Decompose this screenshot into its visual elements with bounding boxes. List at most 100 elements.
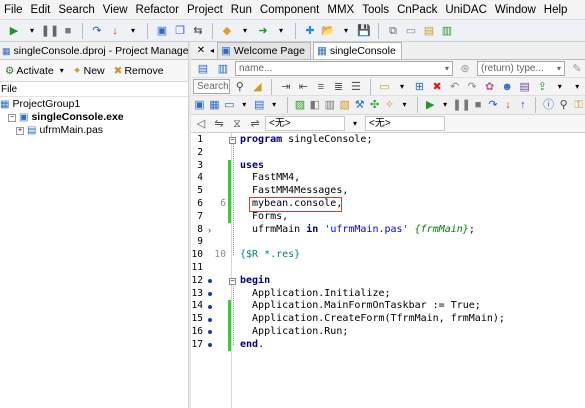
unindent-icon[interactable]: ⇤ [296,79,312,95]
tree-item[interactable]: ▦ ProjectGroup1 [0,98,188,111]
code-editor[interactable]: 1 2 3 4 5 6 7 8 9 10 11 12 13 14 15 16 17 6 10 › − − program… [191,133,585,408]
menu-file[interactable]: File [0,0,27,20]
menu-cnpack[interactable]: CnPack [393,0,441,20]
lock-icon[interactable]: ⚿ [572,97,585,113]
delete-icon[interactable]: ✖ [429,79,445,95]
remove-button[interactable]: ✖ Remove [111,65,167,77]
diff-dropdown-icon[interactable]: ⇌ [247,116,263,132]
format-icon[interactable]: ☰ [348,79,364,95]
run-icon[interactable]: ▶ [6,23,22,39]
code-line[interactable]: Application.Run; [240,326,348,339]
tab-single-console[interactable]: ▦ singleConsole [312,42,402,59]
breakpoint-dot[interactable] [208,279,212,284]
trace-out-icon[interactable]: ↑ [516,97,529,113]
uncomment-icon[interactable]: ≣ [331,79,347,95]
code-line[interactable]: program singleConsole; [240,134,372,147]
template-icon[interactable]: ▭ [377,79,393,95]
tree-item[interactable]: + ▤ ufrmMain.pas [0,124,188,137]
info-icon[interactable]: ⓘ [542,97,555,113]
undo-icon[interactable]: ↶ [447,79,463,95]
file-column-header[interactable]: File [0,83,188,97]
pause-icon[interactable]: ❚❚ [41,23,59,39]
code-line[interactable]: begin [240,275,270,288]
report-icon[interactable]: ▤ [517,79,533,95]
remove-from-project-icon[interactable]: ▥ [439,23,455,39]
menu-project[interactable]: Project [183,0,227,20]
print-icon[interactable]: ▥ [323,97,336,113]
open-dropdown-icon[interactable]: ▾ [338,23,354,39]
stop-icon[interactable]: ■ [60,23,76,39]
history-icon[interactable]: ⧖ [229,116,245,132]
breakpoint-dot[interactable] [208,292,212,296]
menu-tools[interactable]: Tools [358,0,393,20]
layout-icon[interactable]: ▤ [253,97,266,113]
indent-icon[interactable]: ⇥ [278,79,294,95]
breakpoint-dot[interactable] [208,304,212,309]
breakpoint-dot[interactable] [208,343,212,348]
menu-edit[interactable]: Edit [27,0,55,20]
menu-search[interactable]: Search [54,0,98,20]
menu-run[interactable]: Run [227,0,256,20]
sync-edit-icon[interactable]: ⊞ [412,79,428,95]
trace-dropdown-icon[interactable]: ▾ [125,23,141,39]
new-form-icon[interactable]: ▣ [154,23,170,39]
breakpoint-dot[interactable] [208,317,212,322]
edit-icon[interactable]: ✎ [569,61,585,77]
open-icon[interactable]: 📂 [320,23,336,39]
menu-window[interactable]: Window [491,0,540,20]
menu-view[interactable]: View [99,0,132,20]
code-line[interactable]: Forms, [240,211,288,224]
export-dropdown-icon[interactable]: ▾ [552,79,568,95]
search-icon[interactable]: ⚲ [557,97,570,113]
menu-component[interactable]: Component [256,0,323,20]
tab-welcome-page[interactable]: ▣ Welcome Page [217,42,311,59]
back-icon[interactable]: ◆ [219,23,235,39]
menu-unidac[interactable]: UniDAC [441,0,491,20]
fold-arrow-icon[interactable]: › [208,224,211,237]
code-line[interactable]: uses [240,160,264,173]
menu-mmx[interactable]: MMX [323,0,358,20]
filter-icon[interactable]: ⊛ [457,61,473,77]
image-icon[interactable]: ▨ [293,97,306,113]
form-icon[interactable]: ▦ [208,97,221,113]
close-tab-icon[interactable]: ✕ [195,44,207,58]
add-to-project-icon[interactable]: ▤ [421,23,437,39]
comment-icon[interactable]: ≡ [313,79,329,95]
window-icon[interactable]: ▭ [223,97,236,113]
people-icon[interactable]: ☻ [499,79,515,95]
build-dropdown-icon[interactable]: ▾ [398,97,411,113]
expand-icon[interactable]: + [16,126,24,135]
scope-combo-2[interactable]: <无> [365,116,445,131]
new-items-icon[interactable]: ✚ [302,23,318,39]
code-line[interactable]: FastMM4, [240,172,300,185]
step-over-icon[interactable]: ↷ [89,23,105,39]
close-file-icon[interactable]: ▭ [403,23,419,39]
component-icon[interactable]: ▣ [193,97,206,113]
toggle-icon[interactable]: ◧ [308,97,321,113]
code-line[interactable]: Application.Initialize; [240,288,390,301]
activate-button[interactable]: ⚙ Activate ▾ [2,65,67,77]
name-combo[interactable]: name... ▾ [235,61,453,76]
stop-icon[interactable]: ■ [472,97,485,113]
chevron-down-icon[interactable]: ▾ [347,116,363,132]
class-icon[interactable]: ▥ [215,61,231,77]
export-icon[interactable]: ⇪ [534,79,550,95]
activate-dropdown-icon[interactable]: ▾ [60,66,64,75]
layout-dropdown-icon[interactable]: ▾ [268,97,281,113]
code-line[interactable]: ufrmMain in 'ufrmMain.pas' {frmMain}; [240,224,475,237]
palette-icon[interactable]: ✿ [482,79,498,95]
new-button[interactable]: ✦ New [70,65,108,77]
menu-help[interactable]: Help [540,0,572,20]
bookmark-icon[interactable]: ◢ [250,79,266,95]
build-icon[interactable]: ✧ [383,97,396,113]
copy-icon[interactable]: ❐ [172,23,188,39]
fold-toggle-icon[interactable]: − [229,137,236,144]
code-line[interactable]: end. [240,339,264,352]
marker-gutter[interactable]: 6 10 › [204,133,231,408]
run-icon[interactable]: ▶ [424,97,437,113]
menu-refactor[interactable]: Refactor [132,0,183,20]
code-line[interactable]: Application.MainFormOnTaskbar := True; [240,300,481,313]
trace-into-icon[interactable]: ↓ [107,23,123,39]
save-icon[interactable]: 💾 [356,23,372,39]
code-area[interactable]: − − program singleConsole; uses FastMM4, Fa… [229,133,585,408]
